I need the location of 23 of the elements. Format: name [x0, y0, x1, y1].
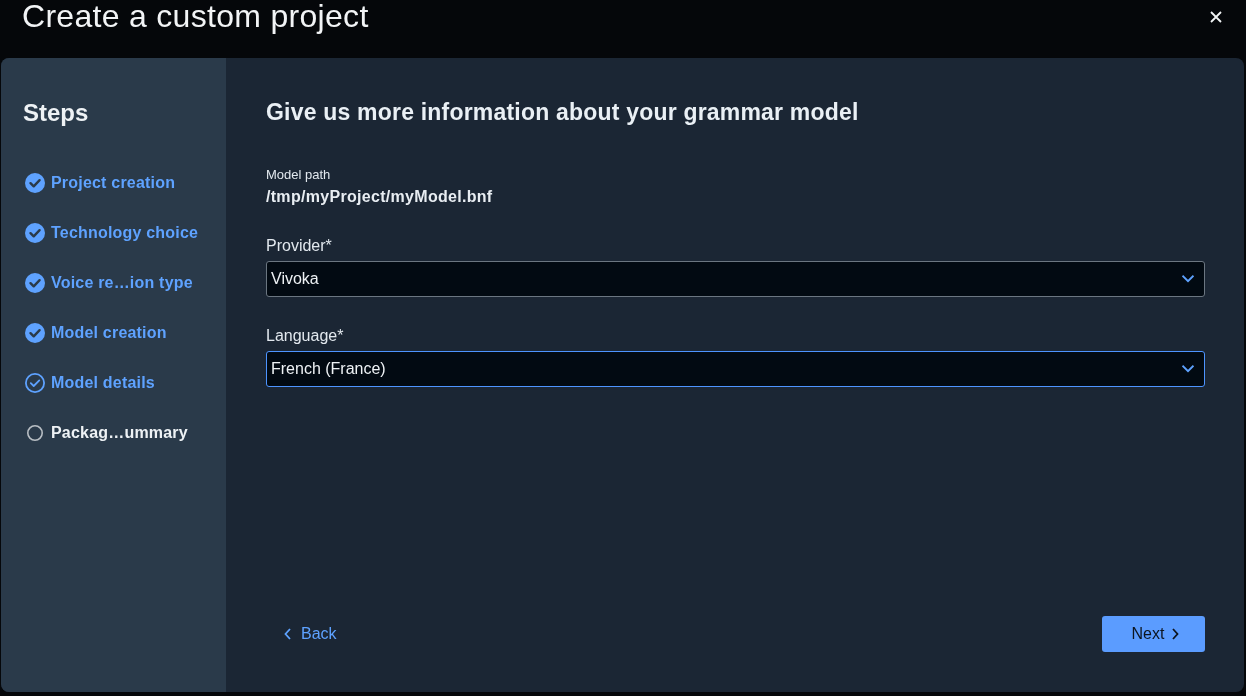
chevron-right-icon: [1172, 628, 1180, 640]
step-label: Model details: [51, 374, 155, 392]
select-field[interactable]: French (France): [266, 351, 1205, 387]
select-field[interactable]: Vivoka: [266, 261, 1205, 297]
chevron-left-icon: [284, 628, 291, 640]
dialog-title: Create a custom project: [22, 0, 369, 35]
field-label: Model path: [266, 167, 331, 183]
sidebar-title: Steps: [23, 98, 89, 128]
chevron-down-icon: [1182, 275, 1194, 283]
step-label: Model creation: [51, 324, 167, 342]
close-button[interactable]: [1208, 9, 1224, 25]
field-label: Language*: [266, 326, 344, 346]
step-label: Technology choice: [51, 224, 199, 242]
step-label: Packag…ummary: [51, 424, 188, 442]
form-heading: Give us more information about your grammar model: [266, 98, 859, 127]
next-button[interactable]: Next: [1102, 616, 1205, 652]
model-path-value: /tmp/myProject/myModel.bnf: [266, 187, 493, 207]
step-label: Project creation: [51, 174, 176, 192]
close-icon: [1210, 11, 1222, 23]
chevron-down-icon: [1182, 365, 1194, 373]
field-label: Provider*: [266, 236, 332, 256]
back-button[interactable]: Back: [278, 619, 343, 649]
step-label: Voice re…ion type: [51, 274, 193, 292]
